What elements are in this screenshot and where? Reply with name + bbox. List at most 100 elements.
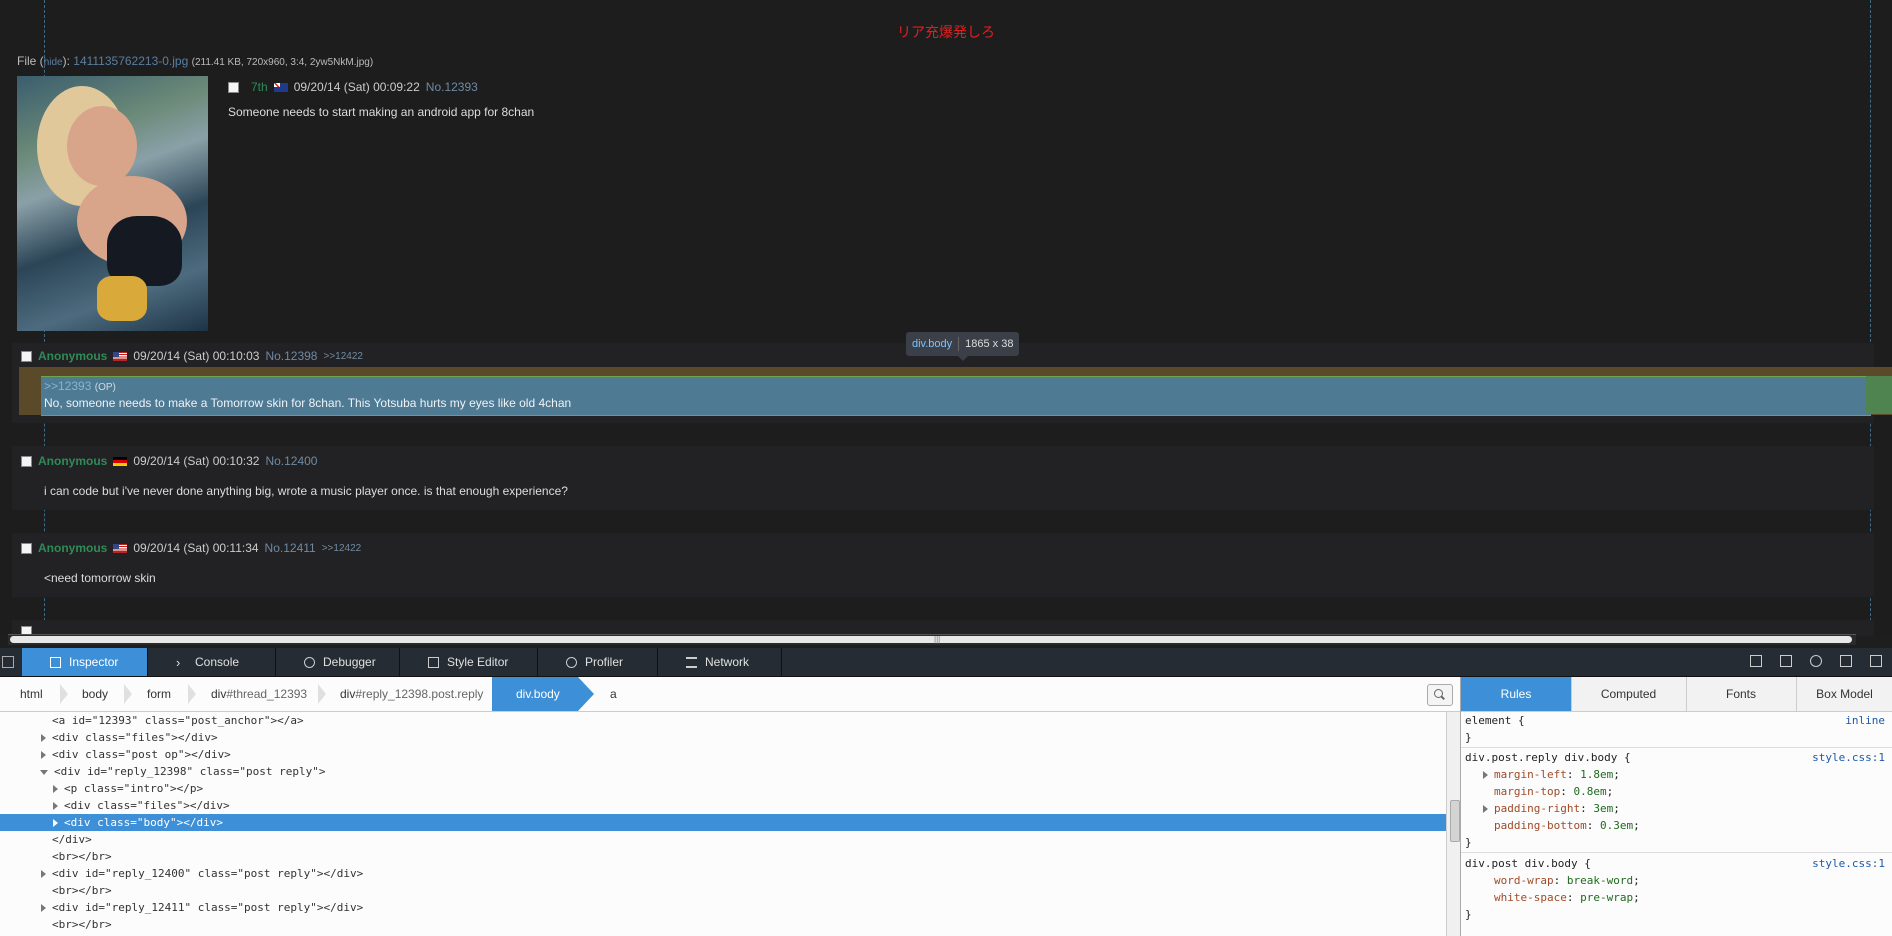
markup-node[interactable]: <p class="intro"></p> <box>0 780 1446 797</box>
markup-vertical-scrollbar[interactable] <box>1446 712 1461 936</box>
scratchpad-icon[interactable] <box>1750 655 1762 667</box>
undock-icon[interactable] <box>1870 655 1882 667</box>
property-value[interactable]: 0.8em <box>1573 785 1606 798</box>
rule-declaration[interactable]: margin-left: 1.8em; <box>1483 766 1620 783</box>
inspector-padding-highlight <box>1866 376 1892 414</box>
page-horizontal-scrollbar[interactable]: ||| <box>8 634 1856 645</box>
reply-delete-checkbox[interactable] <box>21 455 32 467</box>
reply-backlink[interactable]: >>12422 <box>323 351 363 362</box>
quote-link[interactable]: >>12393 <box>44 379 91 393</box>
markup-node[interactable]: <div id="reply_12398" class="post reply"… <box>0 763 1446 780</box>
markup-node[interactable]: <div class="files"></div> <box>0 729 1446 746</box>
scrollbar-thumb[interactable] <box>10 636 1852 643</box>
collapse-twisty-icon[interactable] <box>40 769 48 775</box>
expand-twisty-icon[interactable] <box>53 802 58 810</box>
property-name[interactable]: padding-bottom <box>1494 819 1587 832</box>
reply-delete-checkbox[interactable] <box>21 350 32 362</box>
dock-side-icon[interactable] <box>1840 655 1852 667</box>
markup-node[interactable]: <br></br> <box>0 916 1446 933</box>
element-picker-icon[interactable] <box>2 656 14 668</box>
breadcrumb-form[interactable]: form <box>147 677 171 711</box>
markup-node[interactable]: <div class="post op"></div> <box>0 746 1446 763</box>
property-value[interactable]: 1.8em <box>1580 768 1613 781</box>
node-text: <a id="12393" class="post_anchor"></a> <box>52 714 304 727</box>
file-link[interactable]: 1411135762213-0.jpg <box>73 54 188 68</box>
breadcrumb-separator <box>60 684 68 704</box>
tab-computed[interactable]: Computed <box>1571 677 1687 711</box>
rule-source-link[interactable]: inline <box>1845 712 1885 729</box>
markup-node[interactable]: <div id="reply_12411" class="post reply"… <box>0 899 1446 916</box>
style-editor-icon <box>428 656 439 668</box>
rule-declaration[interactable]: margin-top: 0.8em; <box>1494 783 1613 800</box>
property-name[interactable]: word-wrap <box>1494 874 1554 887</box>
breadcrumb-div-body[interactable]: div.body <box>492 677 594 711</box>
tab-inspector[interactable]: Inspector <box>22 648 148 676</box>
search-icon[interactable] <box>1427 684 1453 706</box>
expand-twisty-icon[interactable] <box>41 904 46 912</box>
expand-twisty-icon[interactable] <box>53 819 58 827</box>
tab-rules[interactable]: Rules <box>1461 677 1572 711</box>
expand-twisty-icon[interactable] <box>41 751 46 759</box>
reply-12400-intro: Anonymous 09/20/14 (Sat) 00:10:32 No.124… <box>21 454 317 468</box>
rule-declaration[interactable]: word-wrap: break-word; <box>1494 872 1640 889</box>
hide-link[interactable]: hide <box>44 57 63 68</box>
tab-debugger[interactable]: Debugger <box>276 648 400 676</box>
op-delete-checkbox[interactable] <box>228 81 239 93</box>
property-value[interactable]: pre-wrap <box>1580 891 1633 904</box>
markup-node[interactable]: <a id="12393" class="post_anchor"></a> <box>0 712 1446 729</box>
rule-source-link[interactable]: style.css:1 <box>1812 855 1885 872</box>
expand-twisty-icon[interactable] <box>41 734 46 742</box>
breadcrumb-body[interactable]: body <box>82 677 108 711</box>
reply-backlink[interactable]: >>12422 <box>322 543 362 554</box>
tab-profiler[interactable]: Profiler <box>538 648 658 676</box>
markup-node[interactable]: <div class="files"></div> <box>0 797 1446 814</box>
gear-icon[interactable] <box>1810 655 1822 667</box>
reply-post-number[interactable]: No.12398 <box>265 349 317 363</box>
crumb-tag: body <box>82 687 109 701</box>
markup-node[interactable]: </div> <box>0 831 1446 848</box>
responsive-mode-icon[interactable] <box>1780 655 1792 667</box>
property-value[interactable]: break-word <box>1567 874 1633 887</box>
tab-style-editor[interactable]: Style Editor <box>400 648 538 676</box>
tooltip-tag: div.body <box>912 338 953 350</box>
markup-node[interactable]: <br></br> <box>0 882 1446 899</box>
property-name[interactable]: margin-left <box>1494 768 1567 781</box>
property-value[interactable]: 3em <box>1593 802 1613 815</box>
breadcrumb-html[interactable]: html <box>20 677 43 711</box>
reply-delete-checkbox[interactable] <box>21 542 32 554</box>
node-text: <div class="post op"></div> <box>52 748 231 761</box>
expand-twisty-icon[interactable] <box>1483 771 1488 779</box>
breadcrumb-thread[interactable]: div#thread_12393 <box>211 677 307 711</box>
op-image-thumbnail[interactable] <box>17 76 208 331</box>
node-text: <div class="files"></div> <box>64 799 230 812</box>
rule-declaration[interactable]: padding-right: 3em; <box>1483 800 1620 817</box>
rule-source-link[interactable]: style.css:1 <box>1812 749 1885 766</box>
tab-network[interactable]: Network <box>658 648 782 676</box>
property-name[interactable]: margin-top <box>1494 785 1560 798</box>
markup-node-selected[interactable]: <div class="body"></div> <box>0 814 1446 831</box>
breadcrumb-a[interactable]: a <box>610 677 617 711</box>
property-name[interactable]: white-space <box>1494 891 1567 904</box>
reply-post-number[interactable]: No.12411 <box>265 541 316 555</box>
crumb-tag: html <box>20 687 43 701</box>
file-label: File <box>17 54 37 68</box>
reply-poster-name: Anonymous <box>38 541 108 555</box>
tab-console[interactable]: › Console <box>148 648 276 676</box>
tab-box-model[interactable]: Box Model <box>1796 677 1892 711</box>
scrollbar-thumb[interactable] <box>1450 800 1460 842</box>
breadcrumb-separator <box>318 684 326 704</box>
reply-post-number[interactable]: No.12400 <box>265 454 317 468</box>
rule-selector: element { <box>1465 714 1525 727</box>
property-name[interactable]: padding-right <box>1494 802 1580 815</box>
rule-declaration[interactable]: padding-bottom: 0.3em; <box>1494 817 1640 834</box>
expand-twisty-icon[interactable] <box>53 785 58 793</box>
expand-twisty-icon[interactable] <box>1483 805 1488 813</box>
property-value[interactable]: 0.3em <box>1600 819 1633 832</box>
tab-fonts[interactable]: Fonts <box>1686 677 1797 711</box>
rule-declaration[interactable]: white-space: pre-wrap; <box>1494 889 1640 906</box>
breadcrumb-reply[interactable]: div#reply_12398.post.reply <box>340 677 483 711</box>
markup-node[interactable]: <br></br> <box>0 848 1446 865</box>
markup-node[interactable]: <div id="reply_12400" class="post reply"… <box>0 865 1446 882</box>
op-post-number[interactable]: No.12393 <box>426 80 478 94</box>
expand-twisty-icon[interactable] <box>41 870 46 878</box>
